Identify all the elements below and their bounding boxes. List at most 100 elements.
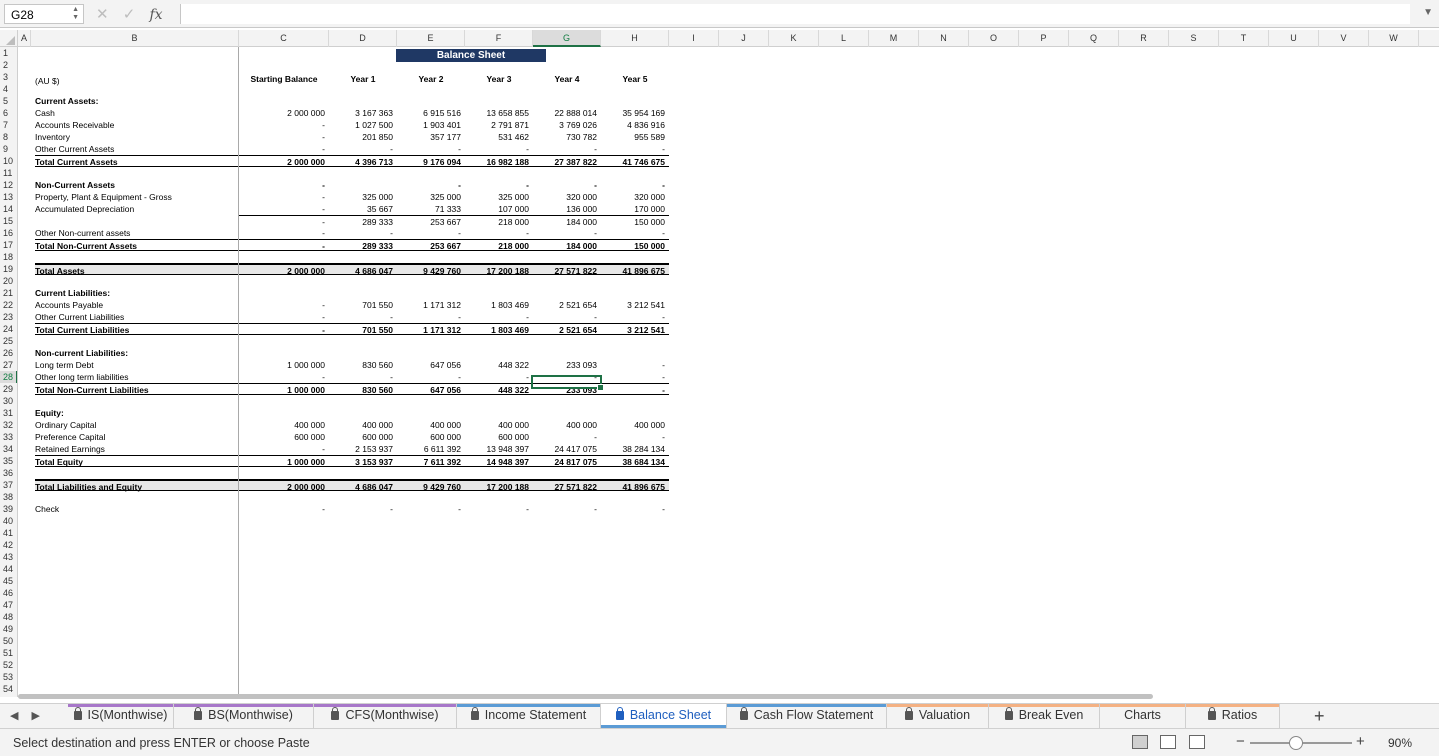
value-cell[interactable]: - bbox=[533, 503, 601, 515]
value-cell[interactable]: - bbox=[329, 371, 397, 383]
normal-view-icon[interactable] bbox=[1132, 735, 1148, 749]
column-header-q[interactable]: Q bbox=[1069, 30, 1119, 47]
value-cell[interactable]: - bbox=[239, 143, 329, 155]
sheet-tab-break-even[interactable]: Break Even bbox=[989, 704, 1100, 729]
value-cell[interactable]: 253 667 bbox=[397, 215, 465, 227]
row-header-45[interactable]: 45 bbox=[0, 575, 17, 587]
column-header-w[interactable]: W bbox=[1369, 30, 1419, 47]
value-cell[interactable]: 400 000 bbox=[533, 419, 601, 431]
row-header-6[interactable]: 6 bbox=[0, 107, 17, 119]
value-cell[interactable]: 14 948 397 bbox=[465, 455, 533, 467]
value-cell[interactable]: - bbox=[329, 227, 397, 239]
value-cell[interactable]: - bbox=[465, 227, 533, 239]
value-cell[interactable]: 400 000 bbox=[329, 419, 397, 431]
value-cell[interactable]: 730 782 bbox=[533, 131, 601, 143]
row-header-13[interactable]: 13 bbox=[0, 191, 17, 203]
row-header-38[interactable]: 38 bbox=[0, 491, 17, 503]
column-header-j[interactable]: J bbox=[719, 30, 769, 47]
row-header-14[interactable]: 14 bbox=[0, 203, 17, 215]
value-cell[interactable]: - bbox=[329, 311, 397, 323]
value-cell[interactable]: 320 000 bbox=[601, 191, 669, 203]
value-cell[interactable]: - bbox=[239, 179, 329, 191]
value-cell[interactable]: 24 417 075 bbox=[533, 443, 601, 455]
column-header-e[interactable]: E bbox=[397, 30, 465, 47]
value-cell[interactable]: 41 896 675 bbox=[601, 479, 669, 492]
row-header-32[interactable]: 32 bbox=[0, 419, 17, 431]
value-cell[interactable]: 2 521 654 bbox=[533, 299, 601, 311]
row-header-16[interactable]: 16 bbox=[0, 227, 17, 239]
zoom-out-button[interactable]: − bbox=[1236, 733, 1245, 750]
column-header-g[interactable]: G bbox=[533, 30, 601, 47]
sheet-tab-balance-sheet[interactable]: Balance Sheet bbox=[601, 704, 727, 729]
row-header-44[interactable]: 44 bbox=[0, 563, 17, 575]
row-header-20[interactable]: 20 bbox=[0, 275, 17, 287]
row-header-46[interactable]: 46 bbox=[0, 587, 17, 599]
value-cell[interactable]: 218 000 bbox=[465, 215, 533, 227]
row-header-23[interactable]: 23 bbox=[0, 311, 17, 323]
value-cell[interactable]: 150 000 bbox=[601, 239, 669, 251]
value-cell[interactable]: 357 177 bbox=[397, 131, 465, 143]
value-cell[interactable]: 22 888 014 bbox=[533, 107, 601, 119]
value-cell[interactable]: 1 000 000 bbox=[239, 359, 329, 371]
value-cell[interactable]: 4 686 047 bbox=[329, 479, 397, 492]
value-cell[interactable]: 2 153 937 bbox=[329, 443, 397, 455]
value-cell[interactable]: 1 171 312 bbox=[397, 323, 465, 335]
value-cell[interactable]: - bbox=[239, 227, 329, 239]
column-header-t[interactable]: T bbox=[1219, 30, 1269, 47]
value-cell[interactable]: - bbox=[397, 179, 465, 191]
value-cell[interactable]: 107 000 bbox=[465, 203, 533, 215]
selected-cell-g28[interactable] bbox=[531, 375, 604, 391]
value-cell[interactable]: 9 429 760 bbox=[397, 263, 465, 276]
value-cell[interactable]: - bbox=[329, 503, 397, 515]
column-header-h[interactable]: H bbox=[601, 30, 669, 47]
value-cell[interactable]: 2 000 000 bbox=[239, 263, 329, 276]
value-cell[interactable]: 1 803 469 bbox=[465, 299, 533, 311]
row-header-31[interactable]: 31 bbox=[0, 407, 17, 419]
sheet-tab-charts[interactable]: Charts bbox=[1100, 704, 1186, 729]
value-cell[interactable]: 448 322 bbox=[465, 359, 533, 371]
sheet-tab-valuation[interactable]: Valuation bbox=[887, 704, 989, 729]
row-header-5[interactable]: 5 bbox=[0, 95, 17, 107]
value-cell[interactable]: - bbox=[601, 359, 669, 371]
value-cell[interactable]: - bbox=[239, 131, 329, 143]
value-cell[interactable]: 2 521 654 bbox=[533, 323, 601, 335]
value-cell[interactable]: 35 667 bbox=[329, 203, 397, 215]
value-cell[interactable]: 35 954 169 bbox=[601, 107, 669, 119]
value-cell[interactable]: 400 000 bbox=[601, 419, 669, 431]
value-cell[interactable]: - bbox=[397, 503, 465, 515]
value-cell[interactable]: - bbox=[465, 311, 533, 323]
row-header-50[interactable]: 50 bbox=[0, 635, 17, 647]
value-cell[interactable]: 4 836 916 bbox=[601, 119, 669, 131]
page-break-view-icon[interactable] bbox=[1188, 735, 1205, 749]
row-header-52[interactable]: 52 bbox=[0, 659, 17, 671]
value-cell[interactable]: - bbox=[239, 503, 329, 515]
value-cell[interactable]: 325 000 bbox=[397, 191, 465, 203]
value-cell[interactable]: - bbox=[239, 215, 329, 227]
row-header-34[interactable]: 34 bbox=[0, 443, 17, 455]
value-cell[interactable]: 13 948 397 bbox=[465, 443, 533, 455]
add-sheet-button[interactable]: + bbox=[1314, 706, 1325, 727]
value-cell[interactable]: 3 769 026 bbox=[533, 119, 601, 131]
value-cell[interactable]: 3 167 363 bbox=[329, 107, 397, 119]
column-header-u[interactable]: U bbox=[1269, 30, 1319, 47]
value-cell[interactable]: - bbox=[601, 503, 669, 515]
row-header-25[interactable]: 25 bbox=[0, 335, 17, 347]
formula-input[interactable] bbox=[180, 4, 1410, 24]
column-header-m[interactable]: M bbox=[869, 30, 919, 47]
value-cell[interactable]: 27 387 822 bbox=[533, 155, 601, 167]
value-cell[interactable]: 400 000 bbox=[465, 419, 533, 431]
value-cell[interactable]: 16 982 188 bbox=[465, 155, 533, 167]
value-cell[interactable]: - bbox=[239, 323, 329, 335]
column-header-o[interactable]: O bbox=[969, 30, 1019, 47]
value-cell[interactable]: 17 200 188 bbox=[465, 263, 533, 276]
value-cell[interactable]: 38 284 134 bbox=[601, 443, 669, 455]
name-box[interactable]: G28 ▲ ▼ bbox=[4, 4, 84, 24]
value-cell[interactable]: 325 000 bbox=[465, 191, 533, 203]
row-header-10[interactable]: 10 bbox=[0, 155, 17, 167]
column-header-f[interactable]: F bbox=[465, 30, 533, 47]
value-cell[interactable]: 17 200 188 bbox=[465, 479, 533, 492]
row-header-15[interactable]: 15 bbox=[0, 215, 17, 227]
row-header-29[interactable]: 29 bbox=[0, 383, 17, 395]
value-cell[interactable]: 647 056 bbox=[397, 359, 465, 371]
value-cell[interactable]: 184 000 bbox=[533, 239, 601, 251]
